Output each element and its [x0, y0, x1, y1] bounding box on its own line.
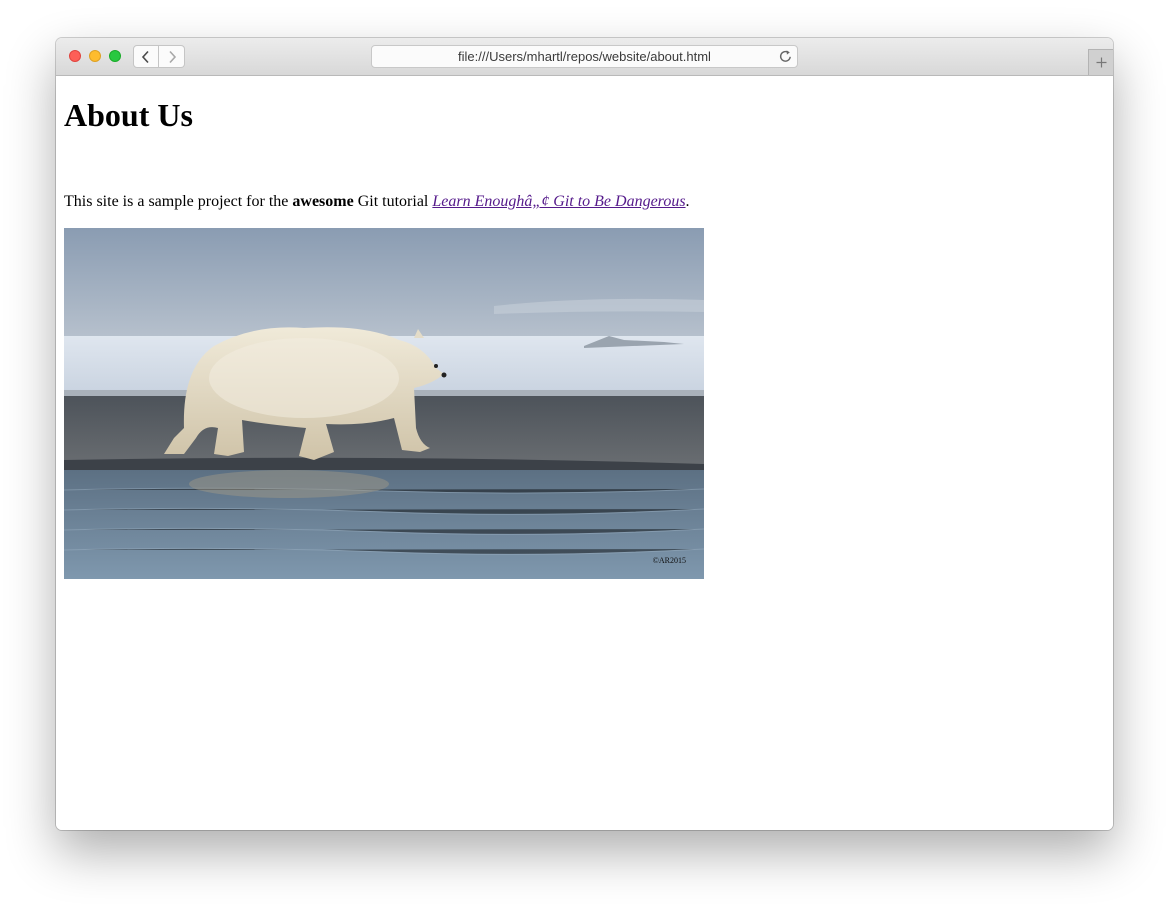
polar-bear-image: ©AR2015: [64, 228, 704, 579]
page-content: About Us This site is a sample project f…: [56, 76, 1113, 830]
new-tab-button[interactable]: [1088, 49, 1113, 75]
maximize-window-button[interactable]: [109, 50, 121, 62]
intro-text-middle: Git tutorial: [353, 193, 433, 210]
browser-window: file:///Users/mhartl/repos/website/about…: [56, 38, 1113, 830]
intro-text: This site is a sample project for the: [64, 193, 293, 210]
address-bar[interactable]: file:///Users/mhartl/repos/website/about…: [371, 45, 798, 68]
intro-period: .: [685, 193, 690, 210]
photo-watermark: ©AR2015: [653, 556, 686, 565]
page-title: About Us: [64, 97, 193, 133]
url-text[interactable]: file:///Users/mhartl/repos/website/about…: [372, 46, 797, 68]
chevron-right-icon: [168, 50, 176, 63]
close-window-button[interactable]: [69, 50, 81, 62]
polar-bear-photo: ©AR2015: [64, 228, 704, 579]
reload-icon[interactable]: [778, 49, 793, 64]
minimize-window-button[interactable]: [89, 50, 101, 62]
emphasis-text: awesome: [292, 193, 354, 210]
browser-toolbar: file:///Users/mhartl/repos/website/about…: [56, 38, 1113, 76]
plus-icon: [1096, 57, 1106, 68]
tutorial-link[interactable]: Learn Enoughâ„¢ Git to Be Dangerous: [432, 193, 685, 210]
chevron-left-icon: [141, 50, 149, 63]
forward-button[interactable]: [159, 45, 185, 68]
intro-paragraph: This site is a sample project for the aw…: [64, 192, 690, 212]
back-button[interactable]: [133, 45, 159, 68]
